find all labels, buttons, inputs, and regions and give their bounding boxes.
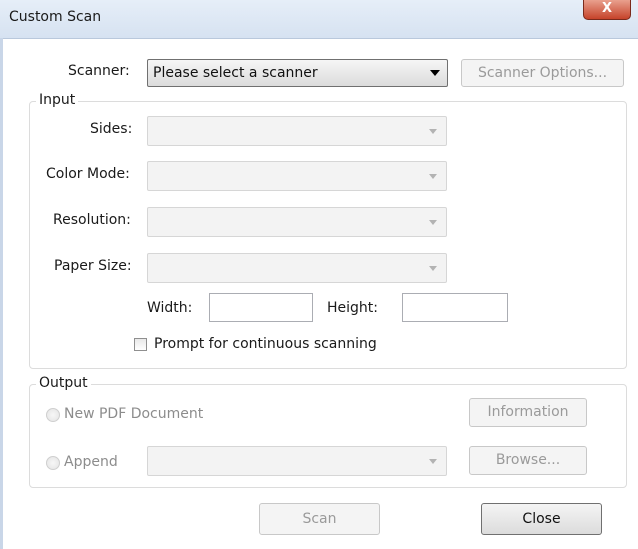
scanner-options-button[interactable]: Scanner Options... xyxy=(461,59,624,87)
color-mode-select[interactable] xyxy=(147,161,447,191)
output-group-legend: Output xyxy=(36,375,91,391)
browse-button[interactable]: Browse... xyxy=(469,446,587,475)
width-label: Width: xyxy=(147,300,193,316)
resolution-label: Resolution: xyxy=(53,212,131,228)
prompt-continuous-checkbox[interactable] xyxy=(134,338,147,351)
new-pdf-radio[interactable] xyxy=(46,408,60,422)
scan-button[interactable]: Scan xyxy=(259,503,380,535)
new-pdf-label[interactable]: New PDF Document xyxy=(64,406,203,422)
chevron-down-icon xyxy=(430,70,440,76)
sides-select[interactable] xyxy=(147,116,447,146)
chevron-down-icon xyxy=(429,174,437,179)
chevron-down-icon xyxy=(429,129,437,134)
window-title: Custom Scan xyxy=(9,9,102,25)
window-left-border xyxy=(0,38,3,549)
chevron-down-icon xyxy=(429,266,437,271)
paper-size-select[interactable] xyxy=(147,253,447,283)
append-label[interactable]: Append xyxy=(64,454,118,470)
sides-label: Sides: xyxy=(90,121,133,137)
close-window-button[interactable]: X xyxy=(583,0,631,20)
close-button[interactable]: Close xyxy=(481,503,602,535)
append-radio[interactable] xyxy=(46,456,60,470)
append-target-select[interactable] xyxy=(147,446,447,476)
resolution-select[interactable] xyxy=(147,207,447,237)
height-input[interactable] xyxy=(402,293,508,322)
input-group-legend: Input xyxy=(36,92,79,108)
width-input[interactable] xyxy=(209,293,313,322)
scanner-select[interactable]: Please select a scanner xyxy=(147,59,448,87)
scanner-label: Scanner: xyxy=(68,63,130,79)
chevron-down-icon xyxy=(429,220,437,225)
chevron-down-icon xyxy=(429,459,437,464)
prompt-continuous-label[interactable]: Prompt for continuous scanning xyxy=(154,336,377,352)
scanner-select-value: Please select a scanner xyxy=(153,65,318,81)
information-button[interactable]: Information xyxy=(469,398,587,427)
close-icon: X xyxy=(601,1,613,16)
color-mode-label: Color Mode: xyxy=(46,166,130,182)
height-label: Height: xyxy=(327,300,378,316)
paper-size-label: Paper Size: xyxy=(54,258,132,274)
